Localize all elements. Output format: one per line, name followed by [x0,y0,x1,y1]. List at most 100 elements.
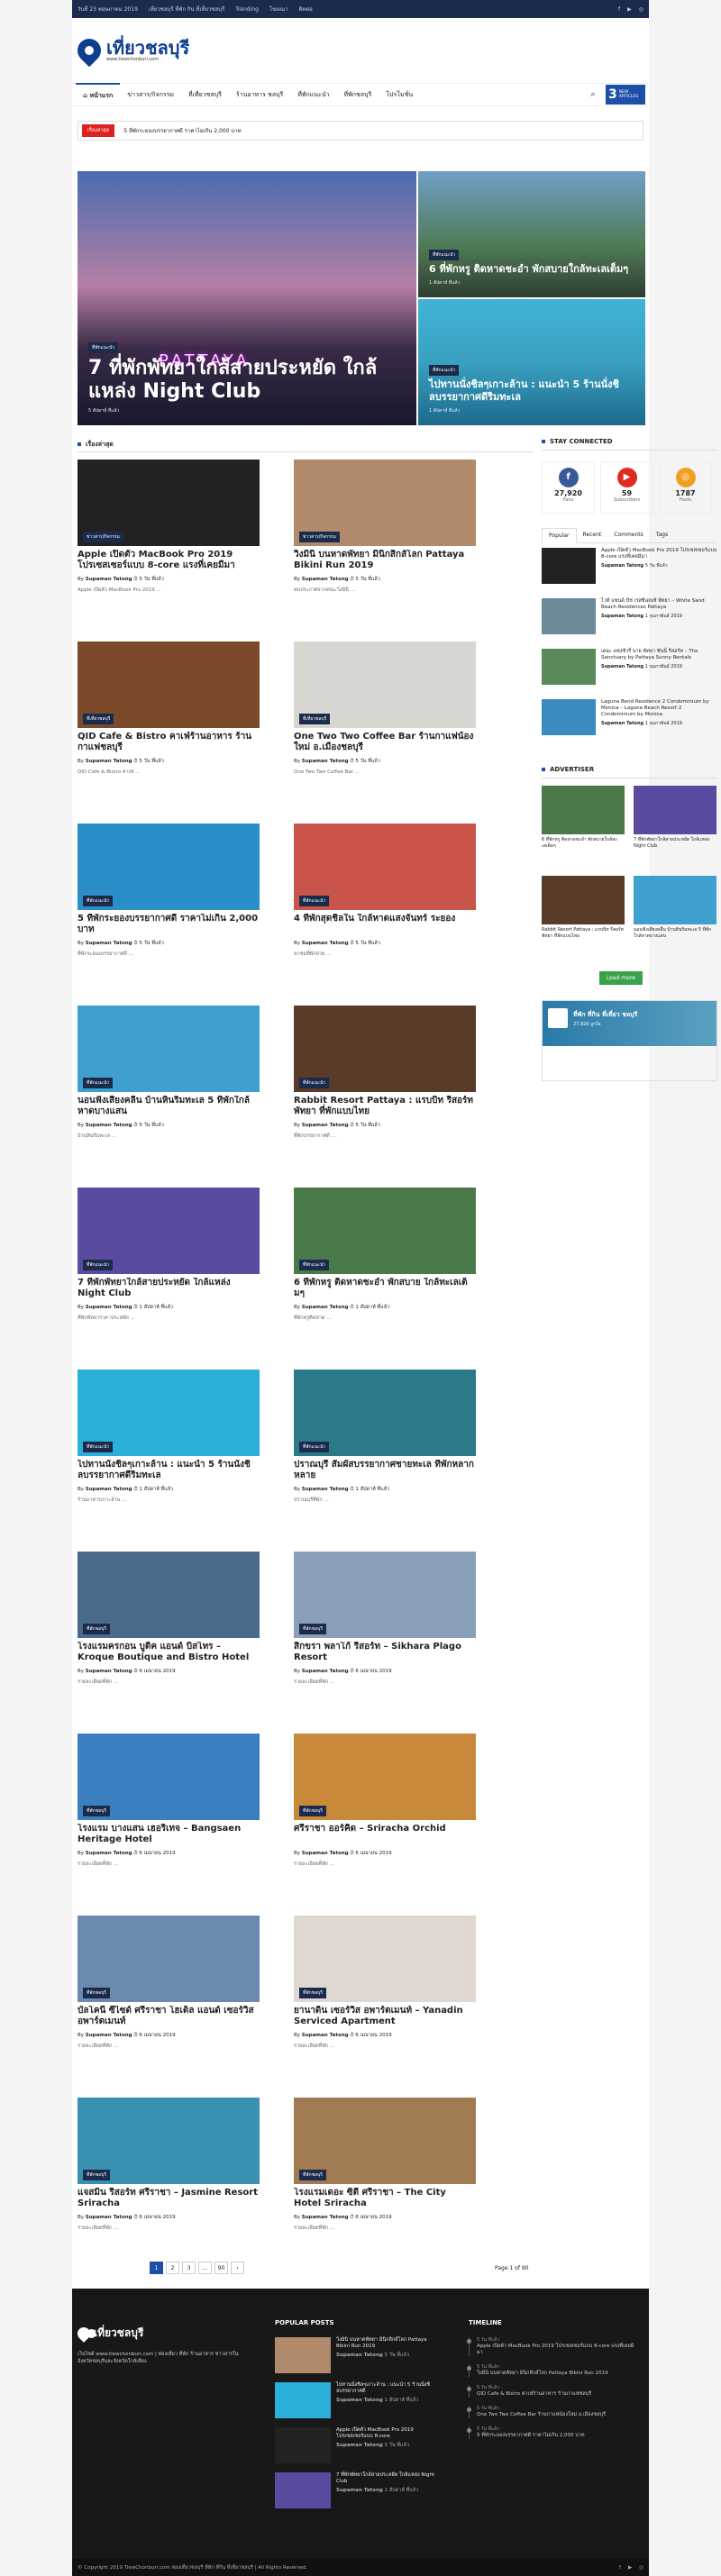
timeline-item[interactable]: 5 วัน ที่แล้ว Apple เปิดตัว MacBook Pro 2… [467,2337,640,2356]
post-card[interactable]: ที่พักชลบุรี สิกขรา พลาโก้ รีสอร์ท – Sikh… [294,1552,476,1723]
post-thumbnail[interactable]: ข่าวสาร/กิจกรรม [78,460,260,546]
footer-logo[interactable]: เที่ยวชลบุรี [94,2325,143,2342]
post-title[interactable]: Apple เปิดตัว MacBook Pro 2019 โปรเซสเซอ… [78,550,260,571]
social-counter[interactable]: f 27,920 Fans [542,461,595,514]
post-card[interactable]: ที่เที่ยวชลบุรี QID Cafe & Bistro คาเฟ่ร้… [78,642,260,813]
post-thumbnail[interactable]: ที่พักชลบุรี [78,1552,260,1638]
category-badge[interactable]: ที่พักแนะนำ [83,1078,114,1088]
popular-title[interactable]: Apple เปิดตัว MacBook Pro 2019 โปรเซสเซอ… [601,548,717,560]
timeline-item[interactable]: 5 วัน ที่แล้ว วิ่งมินิ บนหาดพัทยา มินิกสิ… [467,2364,640,2377]
post-card[interactable]: ที่เที่ยวชลบุรี One Two Two Coffee Bar ร้… [294,642,476,813]
hero-title[interactable]: ไปทานนั่งชิลๆเกาะล้าน : แนะนำ 5 ร้านนั่ง… [429,378,634,404]
footer-popular-title[interactable]: Apple เปิดตัว MacBook Pro 2019 โปรเซสเซอ… [336,2427,437,2440]
post-thumbnail[interactable]: ที่พักชลบุรี [294,2098,476,2184]
footer-popular-item[interactable]: ไปทานนั่งชิลๆเกาะล้าน : แนะนำ 5 ร้านนั่ง… [275,2382,437,2420]
youtube-icon[interactable]: ▶ [627,6,632,13]
post-title[interactable]: โรงแรมครกอน บูติค แอนด์ บิสโทร – Kroque … [78,1642,260,1663]
post-thumbnail[interactable]: ที่พักแนะนำ [78,1188,260,1274]
ad-title[interactable]: 6 ที่พักหรู ติดหาดชะอำ พักสบายใกล้ทะเลเต… [542,837,625,850]
page-button[interactable]: 90 [214,2262,228,2274]
post-card[interactable]: ที่พักชลบุรี แจสมิน รีสอร์ท ศรีราชา – Jas… [78,2098,260,2269]
social-counter[interactable]: ▶ 59 Subscribers [600,461,653,514]
post-title[interactable]: 4 ที่พักสุดชิลใน ใกล้หาดแสงจันทร์ ระยอง [294,914,476,935]
post-author[interactable]: Supaman Tatong [86,1305,132,1310]
next-page-button[interactable]: › [231,2262,244,2274]
footer-popular-title[interactable]: 7 ที่พักพัทยาใกล้สายประหยัด ใกล้แหล่ง Ni… [336,2472,437,2485]
post-title[interactable]: 5 ที่พักระยองบรรยากาศดี ราคาไม่เกิน 2,00… [78,914,260,935]
ad-thumbnail[interactable] [542,786,625,834]
post-card[interactable]: ที่พักแนะนำ 5 ที่พักระยองบรรยากาศดี ราคาไ… [78,824,260,995]
instagram-icon[interactable]: ◎ [639,2565,643,2571]
post-thumbnail[interactable]: ที่พักแนะนำ [294,1006,476,1092]
post-thumbnail[interactable]: ที่พักแนะนำ [78,824,260,910]
post-author[interactable]: Supaman Tatong [302,941,349,946]
post-thumbnail[interactable]: ที่พักชลบุรี [78,1734,260,1820]
post-thumbnail[interactable]: ที่พักแนะนำ [294,824,476,910]
popular-thumbnail[interactable] [542,548,596,584]
popular-item[interactable]: ไวท์ แซนด์ บีช เรสซิเดนซ์ พัทยา – White … [542,598,717,640]
category-badge[interactable]: ที่พักแนะนำ [299,1260,330,1270]
post-card[interactable]: ที่พักชลบุรี ศรีราชา ออร์คิด – Sriracha O… [294,1734,476,1905]
post-card[interactable]: ที่พักชลบุรี โรงแรมเดอะ ซิตี้ ศรีราชา – T… [294,2098,476,2269]
page-button[interactable]: 1 [150,2262,163,2274]
contact-link[interactable]: ติดต่อ [298,5,312,14]
post-author[interactable]: Supaman Tatong [302,1305,349,1310]
facebook-icon[interactable]: f [618,6,620,13]
instagram-icon[interactable]: ◎ [639,6,643,13]
tab-comments[interactable]: Comments [607,528,650,542]
trending-link[interactable]: Trending [235,6,259,13]
post-thumbnail[interactable]: ที่พักแนะนำ [78,1006,260,1092]
post-card[interactable]: ที่พักแนะนำนอนฟังเสียงคลื่น บ้านหินริมทะ… [78,1006,260,1177]
category-badge[interactable]: ที่พักแนะนำ [429,365,460,376]
post-title[interactable]: นอนฟังเสียงคลื่น บ้านหินริมทะเล 5 ที่พัก… [78,1096,260,1117]
category-badge[interactable]: ที่เที่ยวชลบุรี [299,714,331,724]
category-badge[interactable]: ที่พักชลบุรี [299,1624,326,1634]
timeline-title[interactable]: QID Cafe & Bistro คาเฟ่ร้านอาหาร ร้านกาแ… [477,2391,640,2398]
popular-item[interactable]: Apple เปิดตัว MacBook Pro 2019 โปรเซสเซอ… [542,548,717,589]
timeline-title[interactable]: Apple เปิดตัว MacBook Pro 2019 โปรเซสเซอ… [477,2344,640,2356]
category-badge[interactable]: ที่พักชลบุรี [83,2170,110,2180]
hero-tertiary[interactable]: ที่พักแนะนำ ไปทานนั่งชิลๆเกาะล้าน : แนะน… [418,299,645,425]
post-author[interactable]: Supaman Tatong [86,577,132,582]
footer-popular-thumbnail[interactable] [275,2427,331,2463]
post-card[interactable]: ที่พักแนะนำ 7 ที่พักพัทยาใกล้สายประหยัด ใ… [78,1188,260,1359]
post-thumbnail[interactable]: ที่พักแนะนำ [78,1370,260,1456]
post-author[interactable]: Supaman Tatong [302,1487,349,1492]
post-title[interactable]: ศรีราชา ออร์คิด – Sriracha Orchid [294,1824,476,1845]
page-button[interactable]: 3 [182,2262,196,2274]
ad-thumbnail[interactable] [542,876,625,924]
post-thumbnail[interactable]: ที่พักชลบุรี [294,1916,476,2002]
category-badge[interactable]: ข่าวสาร/กิจกรรม [299,532,340,542]
post-thumbnail[interactable]: ที่พักชลบุรี [294,1552,476,1638]
post-thumbnail[interactable]: ที่เที่ยวชลบุรี [78,642,260,728]
post-card[interactable]: ข่าวสาร/กิจกรรม วิ่งมินิ บนหาดพัทยา มินิก… [294,460,476,631]
post-author[interactable]: Supaman Tatong [302,577,349,582]
facebook-page-box[interactable]: ที่พัก ที่กิน ที่เที่ยว ชลบุรี 27,920 ถู… [542,1000,717,1081]
tab-tags[interactable]: Tags [650,528,674,542]
popular-author[interactable]: Supaman Tatong [601,614,643,619]
ad-item[interactable]: นอนฟังเสียงคลื่น บ้านหินริมทะเล 5 ที่พัก… [634,876,716,940]
footer-popular-thumbnail[interactable] [275,2337,331,2373]
timeline-title[interactable]: 5 ที่พักระยองบรรยากาศดี ราคาไม่เกิน 2,00… [477,2433,640,2439]
footer-popular-item[interactable]: วิ่งมินิ บนหาดพัทยา มินิกสิกส์โลก Pattay… [275,2337,437,2375]
post-card[interactable]: ที่พักชลบุรีโรงแรมครกอน บูติค แอนด์ บิสโ… [78,1552,260,1723]
ad-thumbnail[interactable] [634,876,716,924]
hero-title[interactable]: 6 ที่พักหรู ติดหาดชะอำ พักสบายใกล้ทะเลเต… [429,263,634,276]
post-title[interactable]: ยานาดิน เซอร์วิส อพาร์ตเมนท์ – Yanadin S… [294,2006,476,2027]
social-counter[interactable]: ◎ 1787 Posts [659,461,712,514]
ad-item[interactable]: 7 ที่พักพัทยาใกล้สายประหยัด ใกล้แหล่ง Ni… [634,786,716,850]
popular-item[interactable]: Laguna Bend Residence 2 Condominium by M… [542,699,717,741]
timeline-item[interactable]: 5 วัน ที่แล้ว QID Cafe & Bistro คาเฟ่ร้าน… [467,2385,640,2398]
category-badge[interactable]: ที่พักชลบุรี [299,1988,326,1998]
hero-main[interactable]: PATTAYA ที่พักแนะนำ 7 ที่พักพัทยาใกล้สาย… [78,171,416,425]
category-badge[interactable]: ที่พักชลบุรี [83,1624,110,1634]
nav-attractions[interactable]: ที่เที่ยวชลบุรี [181,83,229,106]
tab-recent[interactable]: Recent [577,528,608,542]
post-thumbnail[interactable]: ข่าวสาร/กิจกรรม [294,460,476,546]
post-card[interactable]: ที่พักแนะนำ ปราณบุรี สัมผัสบรรยากาศชายทะเ… [294,1370,476,1541]
ticker-text[interactable]: 5 ที่พักระยองบรรยากาศดี ราคาไม่เกิน 2,00… [123,126,241,135]
post-thumbnail[interactable]: ที่พักแนะนำ [294,1370,476,1456]
footer-popular-title[interactable]: วิ่งมินิ บนหาดพัทยา มินิกสิกส์โลก Pattay… [336,2337,437,2350]
popular-thumbnail[interactable] [542,699,596,735]
post-title[interactable]: 7 ที่พักพัทยาใกล้สายประหยัด ใกล้แหล่ง Ni… [78,1278,260,1299]
